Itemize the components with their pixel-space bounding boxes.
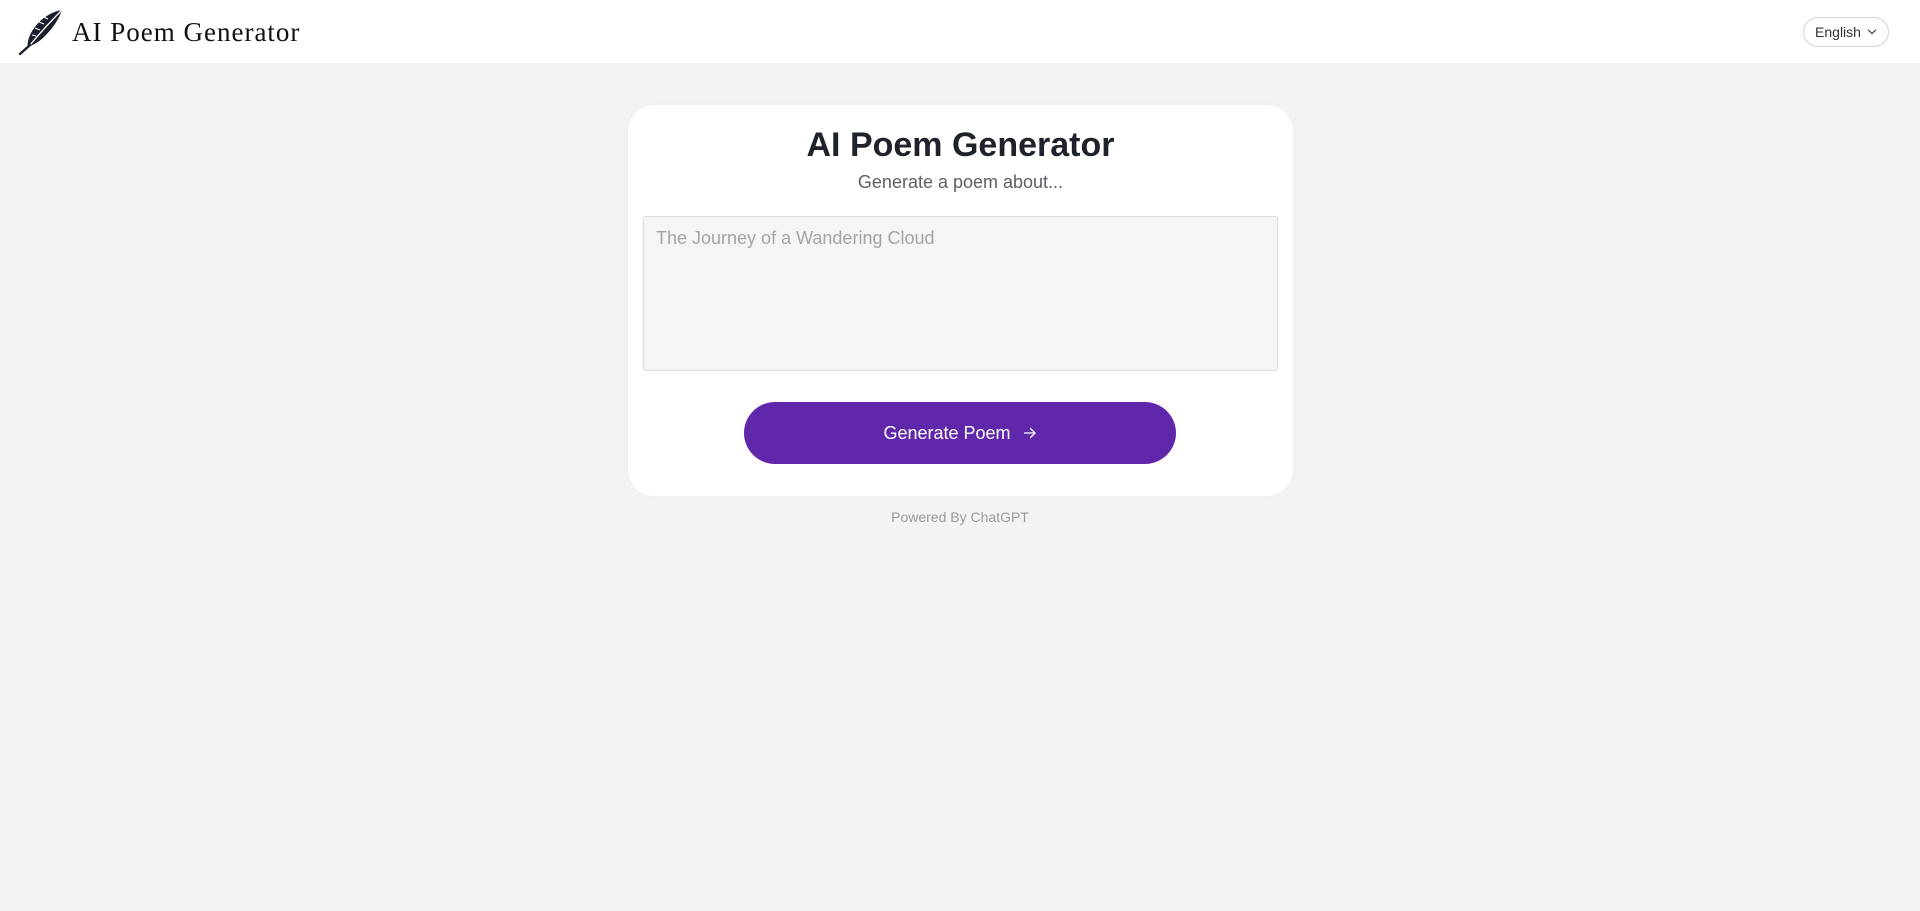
- page-subtitle: Generate a poem about...: [857, 172, 1064, 192]
- generate-poem-label: Generate Poem: [883, 422, 1011, 443]
- arrow-right-icon: [1023, 427, 1036, 439]
- feather-quill-icon: [18, 9, 63, 55]
- poem-topic-input[interactable]: [643, 216, 1278, 371]
- page-title: AI Poem Generator: [806, 126, 1115, 164]
- generate-poem-button[interactable]: Generate Poem: [744, 402, 1176, 464]
- brand-name: AI Poem Generator: [72, 16, 301, 47]
- poem-generator-card: AI Poem Generator Generate a poem about.…: [628, 105, 1293, 496]
- top-navbar: AI Poem Generator English: [0, 0, 1920, 63]
- powered-by-text: Powered By ChatGPT: [891, 509, 1029, 525]
- language-select[interactable]: English: [1803, 17, 1889, 47]
- brand-home-link[interactable]: AI Poem Generator: [18, 7, 300, 55]
- chevron-down-icon: [1867, 29, 1877, 35]
- language-select-value: English: [1815, 24, 1861, 40]
